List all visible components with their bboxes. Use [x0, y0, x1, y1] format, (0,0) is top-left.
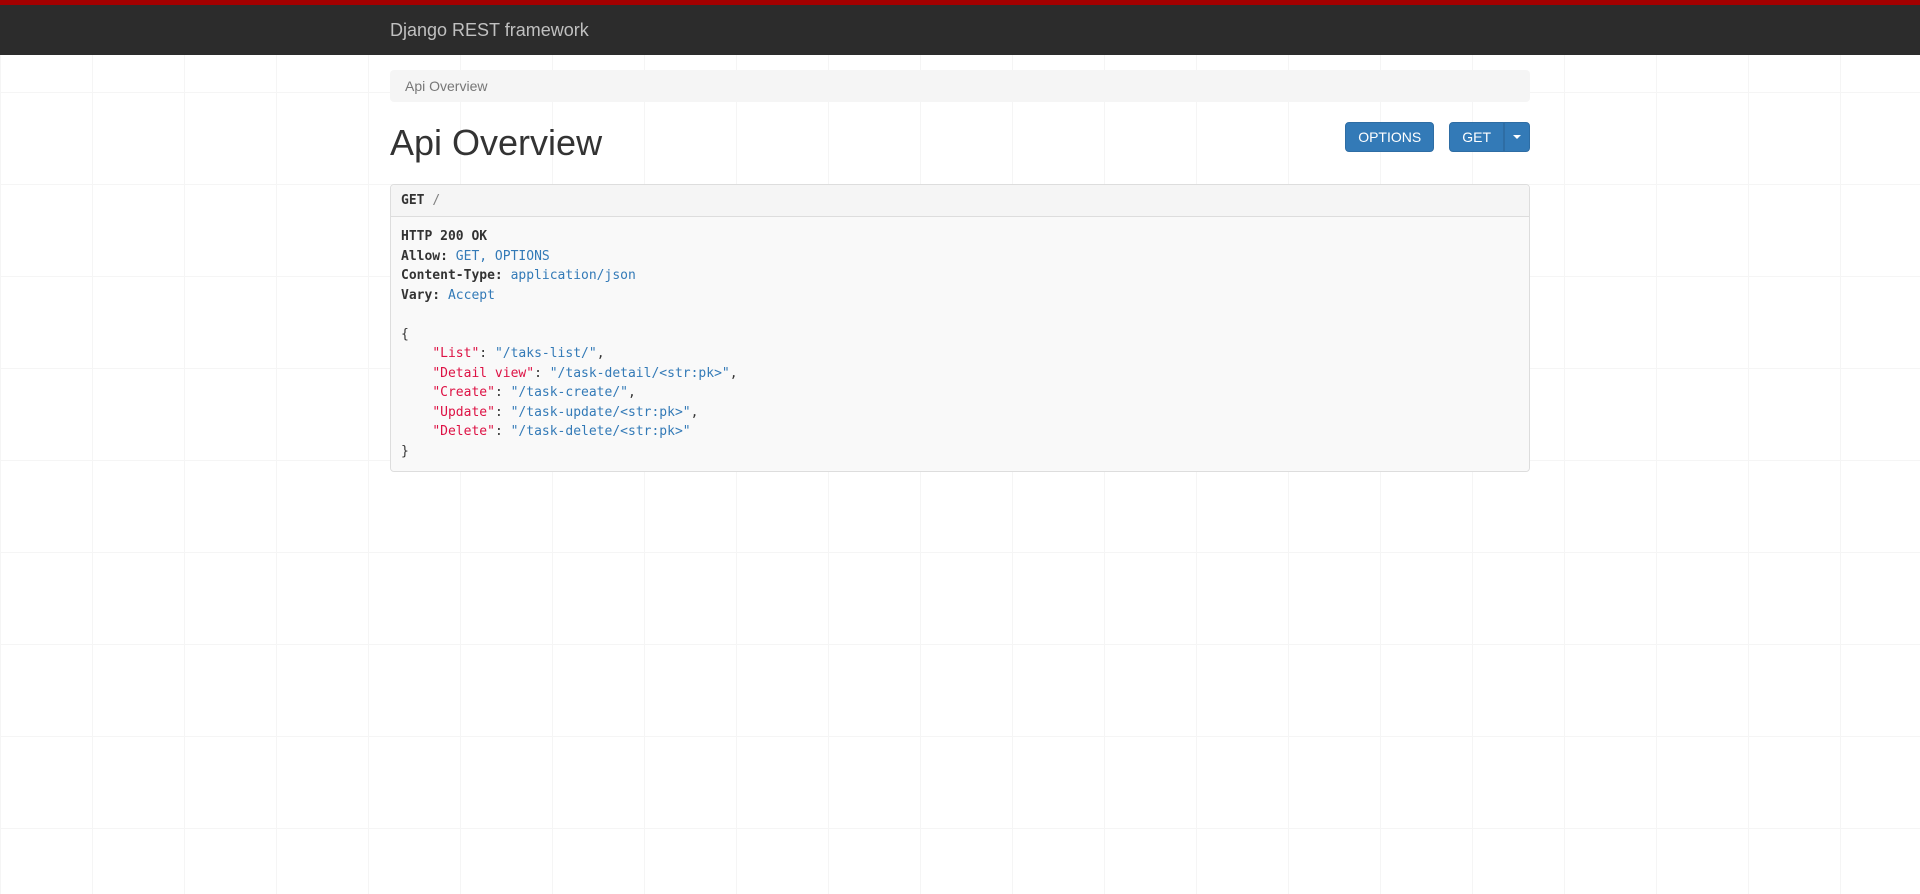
navbar-brand-link[interactable]: Django REST framework — [390, 20, 589, 40]
get-button[interactable]: GET — [1449, 122, 1504, 152]
request-info: GET / — [391, 185, 1529, 217]
json-key: "Create" — [432, 385, 495, 400]
json-key: "Update" — [432, 405, 495, 420]
json-key: "Detail view" — [432, 366, 534, 381]
page-title: Api Overview — [390, 122, 602, 164]
navbar: Django REST framework — [0, 5, 1920, 55]
json-close-brace: } — [401, 444, 409, 459]
action-buttons: OPTIONS GET — [1345, 122, 1530, 152]
header-name: Allow: — [401, 249, 448, 264]
chevron-down-icon — [1513, 135, 1521, 139]
options-button[interactable]: OPTIONS — [1345, 122, 1434, 152]
json-key: "Delete" — [432, 424, 495, 439]
json-value: "/task-create/" — [511, 385, 628, 400]
response-body: HTTP 200 OK Allow: GET, OPTIONS Content-… — [391, 217, 1529, 471]
header-value: Accept — [448, 288, 495, 303]
header-name: Content-Type: — [401, 268, 503, 283]
breadcrumb: Api Overview — [390, 70, 1530, 102]
json-value: "/task-detail/<str:pk>" — [550, 366, 730, 381]
breadcrumb-current: Api Overview — [405, 78, 487, 94]
request-path: / — [432, 193, 440, 208]
request-method: GET — [401, 193, 424, 208]
json-value: "/taks-list/" — [495, 346, 597, 361]
json-key: "List" — [432, 346, 479, 361]
json-value: "/task-update/<str:pk>" — [511, 405, 691, 420]
response-panel: GET / HTTP 200 OK Allow: GET, OPTIONS Co… — [390, 184, 1530, 472]
header-value: GET, OPTIONS — [456, 249, 550, 264]
json-value: "/task-delete/<str:pk>" — [511, 424, 691, 439]
header-name: Vary: — [401, 288, 440, 303]
get-button-group: GET — [1449, 122, 1530, 152]
json-open-brace: { — [401, 327, 409, 342]
header-value: application/json — [511, 268, 636, 283]
status-line: HTTP 200 OK — [401, 229, 487, 244]
get-dropdown-toggle[interactable] — [1504, 122, 1530, 152]
